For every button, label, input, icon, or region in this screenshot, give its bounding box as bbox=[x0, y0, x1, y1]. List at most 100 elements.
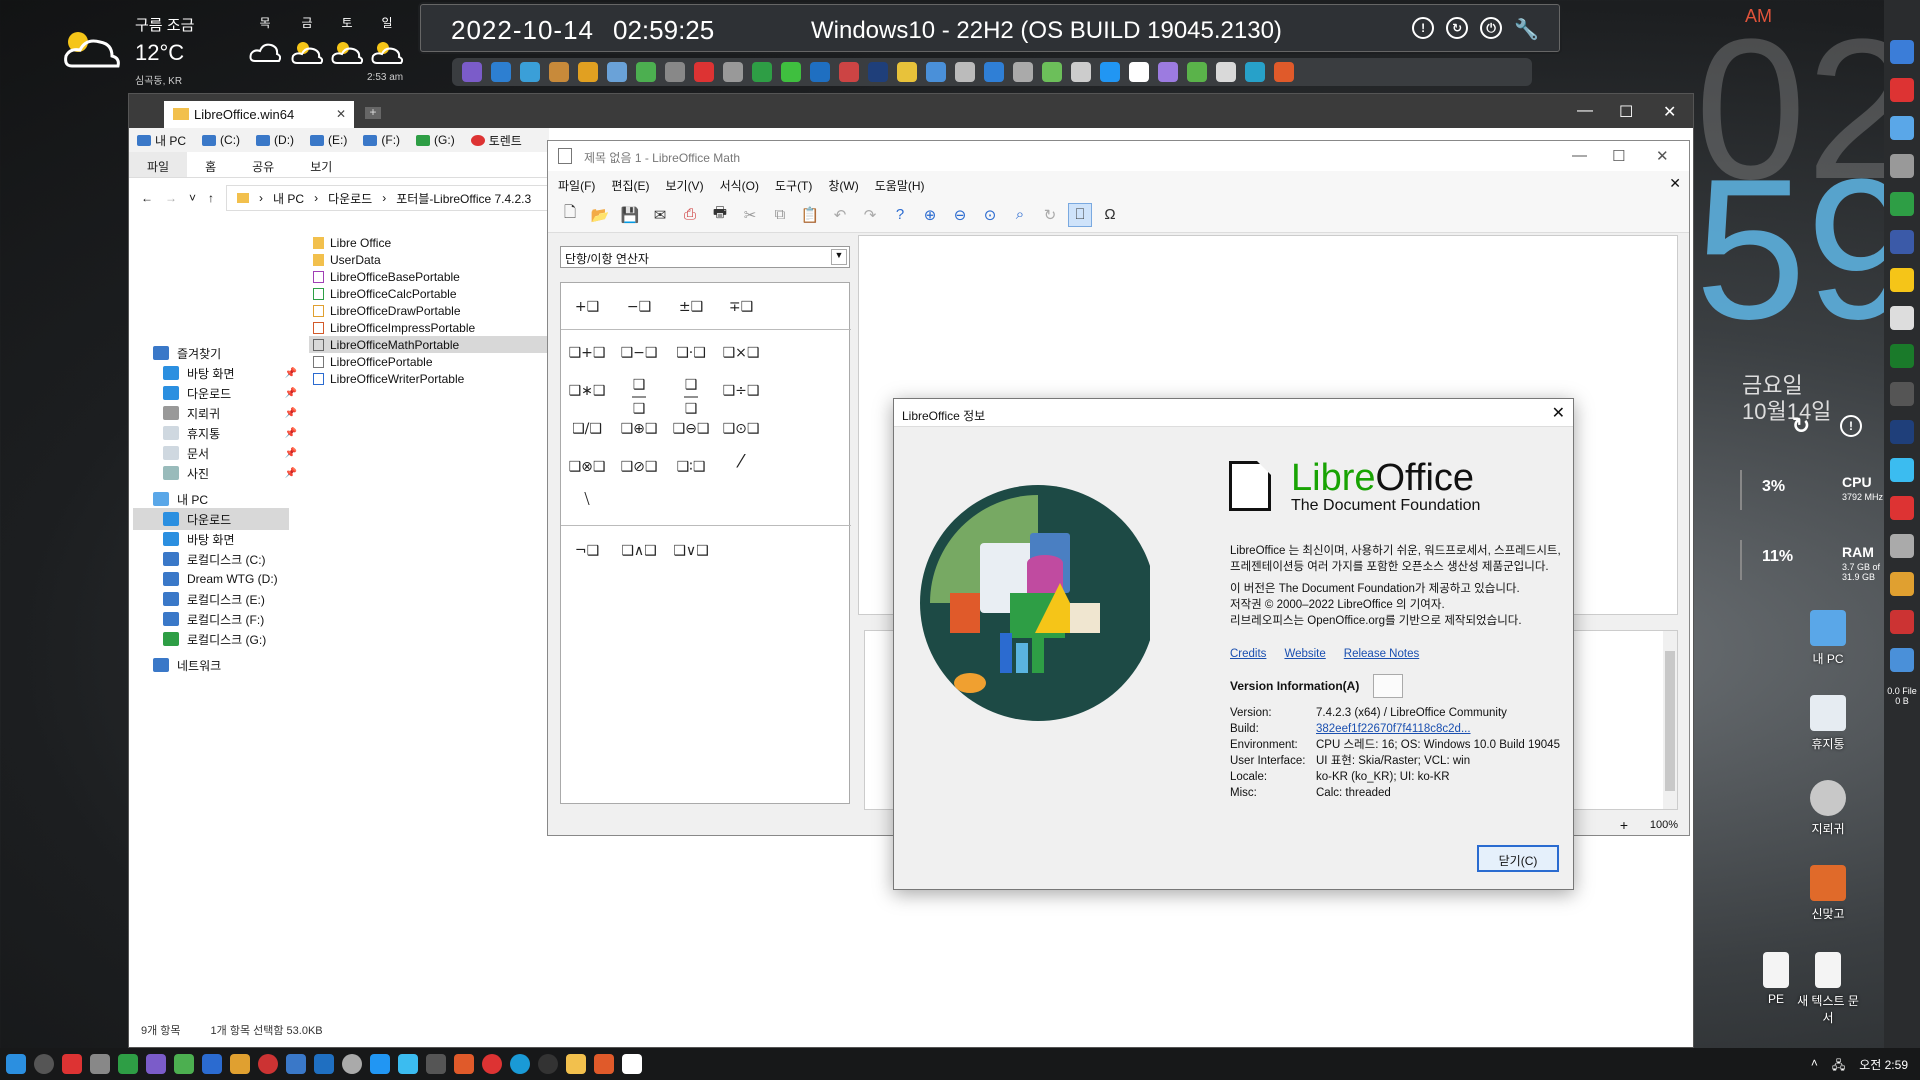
app-icon[interactable] bbox=[491, 62, 511, 82]
back-icon[interactable]: ← bbox=[141, 191, 153, 205]
element-item[interactable]: ❑−❑ bbox=[615, 345, 663, 361]
app-icon[interactable] bbox=[578, 62, 598, 82]
website-link[interactable]: Website bbox=[1284, 648, 1325, 660]
app-icon[interactable] bbox=[1890, 306, 1914, 330]
power-icon[interactable]: ⏻ bbox=[1480, 17, 1503, 39]
nav-downloads-selected[interactable]: 다운로드 bbox=[133, 508, 289, 530]
app-icon[interactable] bbox=[1890, 268, 1914, 292]
app-icon[interactable] bbox=[342, 1054, 362, 1074]
show-all-icon[interactable]: ⌕ bbox=[1008, 203, 1032, 227]
list-item[interactable]: LibreOfficeImpressPortable bbox=[309, 319, 569, 336]
app-icon[interactable] bbox=[607, 62, 627, 82]
chevron-down-icon[interactable]: ▼ bbox=[831, 249, 847, 265]
update-icon[interactable]: ↻ bbox=[1038, 203, 1062, 227]
app-icon[interactable] bbox=[1216, 62, 1236, 82]
list-item[interactable]: LibreOfficeWriterPortable bbox=[309, 370, 569, 387]
minimize-button[interactable]: — bbox=[1577, 102, 1593, 120]
menu-format[interactable]: 서식(O) bbox=[720, 177, 759, 197]
app-icon[interactable] bbox=[1274, 62, 1294, 82]
nav-drive-f[interactable]: 로컬디스크 (F:) bbox=[163, 608, 303, 630]
refresh-icon[interactable]: ↻ bbox=[1790, 413, 1812, 438]
app-icon[interactable] bbox=[1890, 420, 1914, 444]
zoom-level[interactable]: 100% bbox=[1650, 819, 1678, 831]
app-icon[interactable] bbox=[1890, 534, 1914, 558]
app-icon[interactable] bbox=[62, 1054, 82, 1074]
element-item[interactable]: ∓❑ bbox=[717, 299, 765, 315]
zoom-in-icon[interactable]: ⊕ bbox=[918, 203, 942, 227]
app-icon[interactable] bbox=[1890, 344, 1914, 368]
drive-e[interactable]: (E:) bbox=[310, 133, 347, 147]
app-icon[interactable] bbox=[314, 1054, 334, 1074]
breadcrumb[interactable]: › 내 PC › 다운로드 › 포터블-LibreOffice 7.4.2.3 bbox=[226, 185, 549, 211]
menu-edit[interactable]: 편집(E) bbox=[611, 177, 649, 197]
app-icon[interactable] bbox=[202, 1054, 222, 1074]
app-icon[interactable] bbox=[781, 62, 801, 82]
info-icon[interactable]: ! bbox=[1412, 17, 1435, 39]
app-icon[interactable] bbox=[868, 62, 888, 82]
app-icon[interactable] bbox=[1890, 648, 1914, 672]
drive-g[interactable]: (G:) bbox=[416, 133, 455, 147]
wide-backslash-element[interactable]: ⧵ bbox=[563, 489, 611, 510]
element-item[interactable]: −❑ bbox=[615, 299, 663, 315]
element-item[interactable]: ❑∧❑ bbox=[615, 543, 663, 559]
app-icon[interactable] bbox=[258, 1054, 278, 1074]
desktop-icon-minesweeper[interactable]: 지뢰귀 bbox=[1793, 780, 1863, 837]
menu-tools[interactable]: 도구(T) bbox=[775, 177, 812, 197]
element-item[interactable]: ❑+❑ bbox=[563, 345, 611, 361]
chevron-down-icon[interactable]: ˅ bbox=[189, 191, 196, 205]
app-icon[interactable] bbox=[426, 1054, 446, 1074]
element-item[interactable]: ❑∶❑ bbox=[667, 459, 715, 475]
element-item[interactable]: ❑⊗❑ bbox=[563, 459, 611, 475]
edge-icon[interactable] bbox=[510, 1054, 530, 1074]
nav-desktop-2[interactable]: 바탕 화면 bbox=[163, 528, 303, 550]
taskbar-clock[interactable]: 오전 2:59 bbox=[1859, 1056, 1908, 1077]
app-icon[interactable] bbox=[1013, 62, 1033, 82]
gear-icon[interactable] bbox=[90, 1054, 110, 1074]
nav-mine[interactable]: 지뢰귀 📌 bbox=[163, 402, 303, 424]
app-icon[interactable] bbox=[146, 1054, 166, 1074]
app-icon[interactable] bbox=[694, 62, 714, 82]
drive-mypc[interactable]: 내 PC bbox=[137, 132, 186, 149]
app-icon[interactable] bbox=[1042, 62, 1062, 82]
list-item[interactable]: Libre Office bbox=[309, 234, 569, 251]
help-icon[interactable]: ? bbox=[888, 203, 912, 227]
explorer-taskbar-icon[interactable] bbox=[566, 1054, 586, 1074]
app-icon[interactable] bbox=[520, 62, 540, 82]
paste-icon[interactable]: 📋 bbox=[798, 203, 822, 227]
copy-version-button[interactable] bbox=[1373, 674, 1404, 698]
app-icon[interactable] bbox=[1890, 192, 1914, 216]
crumb-folder[interactable]: 포터블-LibreOffice 7.4.2.3 bbox=[396, 190, 531, 207]
nav-drive-c[interactable]: 로컬디스크 (C:) bbox=[163, 548, 303, 570]
maximize-button[interactable]: ☐ bbox=[1619, 102, 1633, 122]
close-button[interactable]: ✕ bbox=[1656, 147, 1669, 165]
list-item[interactable]: LibreOfficeCalcPortable bbox=[309, 285, 569, 302]
app-icon[interactable] bbox=[482, 1054, 502, 1074]
element-item[interactable]: ±❑ bbox=[667, 299, 715, 315]
app-icon[interactable] bbox=[636, 62, 656, 82]
app-icon[interactable] bbox=[174, 1054, 194, 1074]
elements-category-select[interactable]: 단항/이항 연산자 ▼ bbox=[560, 246, 850, 268]
element-item[interactable]: ❑∨❑ bbox=[667, 543, 715, 559]
list-item[interactable]: LibreOfficeDrawPortable bbox=[309, 302, 569, 319]
nav-downloads[interactable]: 다운로드 📌 bbox=[163, 382, 303, 404]
nav-network[interactable]: 네트워크 bbox=[153, 654, 293, 676]
app-icon[interactable] bbox=[1890, 458, 1914, 482]
close-button[interactable]: ✕ bbox=[1663, 102, 1676, 122]
nav-documents[interactable]: 문서 📌 bbox=[163, 442, 303, 464]
desktop-icon-recycle[interactable]: 휴지통 bbox=[1793, 695, 1863, 752]
scrollbar[interactable] bbox=[1663, 631, 1677, 809]
refresh-icon[interactable]: ↻ bbox=[1446, 17, 1469, 39]
redo-icon[interactable]: ↷ bbox=[858, 203, 882, 227]
copy-icon[interactable]: ⧉ bbox=[768, 203, 792, 227]
app-icon[interactable] bbox=[752, 62, 772, 82]
chevron-up-icon[interactable]: ˄ bbox=[1811, 1056, 1818, 1077]
element-item[interactable]: ❑⊙❑ bbox=[717, 421, 765, 437]
new-tab-button[interactable]: + bbox=[365, 106, 381, 119]
nav-drive-d[interactable]: Dream WTG (D:) bbox=[163, 568, 303, 590]
tab-share[interactable]: 공유 bbox=[234, 152, 292, 177]
app-icon[interactable] bbox=[454, 1054, 474, 1074]
app-icon[interactable] bbox=[810, 62, 830, 82]
element-item[interactable]: ❑·❑ bbox=[667, 345, 715, 361]
app-icon[interactable] bbox=[1890, 154, 1914, 178]
info-icon[interactable]: ! bbox=[1840, 415, 1862, 437]
